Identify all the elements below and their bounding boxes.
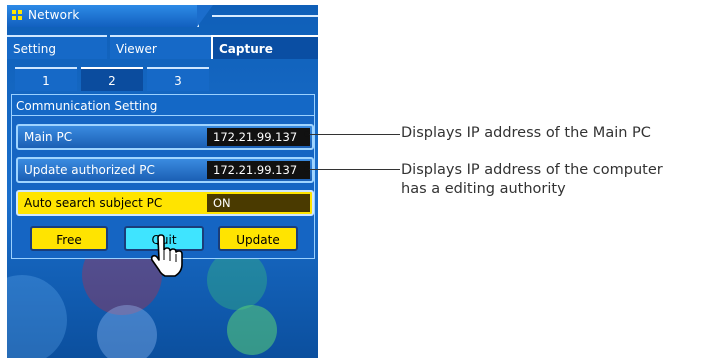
- update-authorized-pc-row: Update authorized PC 172.21.99.137: [16, 157, 314, 183]
- main-tabs: Setting Viewer Capture: [7, 35, 318, 59]
- tab-setting[interactable]: Setting: [7, 35, 107, 59]
- main-pc-row: Main PC 172.21.99.137: [16, 124, 314, 150]
- window-title: Network: [28, 8, 80, 22]
- tab-capture[interactable]: Capture: [211, 35, 318, 59]
- callout-main-pc: Displays IP address of the Main PC: [401, 125, 651, 141]
- callout-authorized-line1: Displays IP address of the computer: [401, 162, 663, 178]
- update-authorized-pc-value: 172.21.99.137: [207, 161, 310, 179]
- background-decoration: [207, 250, 267, 310]
- leader-dots: [304, 131, 310, 172]
- tab-page-1[interactable]: 1: [15, 67, 77, 91]
- auto-search-row[interactable]: Auto search subject PC ON: [16, 190, 314, 216]
- main-pc-value: 172.21.99.137: [207, 128, 310, 146]
- background-decoration: [97, 305, 157, 358]
- main-pc-label: Main PC: [24, 130, 73, 144]
- callout-leader-main-pc: [308, 134, 400, 135]
- hand-pointer-icon: [150, 234, 183, 277]
- title-bar: Network: [7, 5, 318, 27]
- tab-page-3[interactable]: 3: [147, 67, 209, 91]
- callout-leader-authorized: [308, 169, 400, 170]
- update-button[interactable]: Update: [218, 226, 298, 251]
- callout-authorized-line2: has a editing authority: [401, 181, 566, 197]
- auto-search-value[interactable]: ON: [207, 194, 310, 212]
- background-decoration: [7, 275, 67, 358]
- section-title: Communication Setting: [11, 94, 315, 116]
- page-tabs: 1 2 3: [15, 67, 318, 91]
- title-divider: [212, 15, 318, 17]
- camera-icon: [227, 305, 277, 355]
- tab-viewer[interactable]: Viewer: [110, 35, 213, 59]
- update-authorized-pc-label: Update authorized PC: [24, 163, 155, 177]
- network-icon: [12, 10, 23, 21]
- free-button[interactable]: Free: [30, 226, 108, 251]
- tab-page-2[interactable]: 2: [81, 67, 143, 91]
- auto-search-label: Auto search subject PC: [24, 196, 163, 210]
